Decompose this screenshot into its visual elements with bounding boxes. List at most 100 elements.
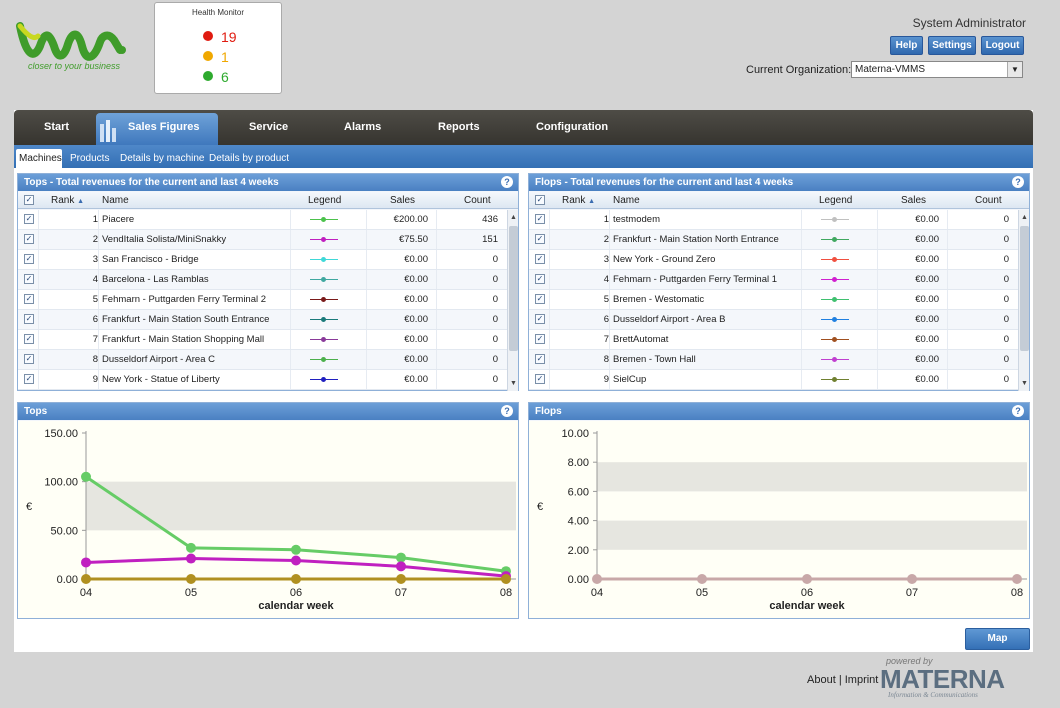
table-row[interactable]: ✓ 6 Dusseldorf Airport - Area B €0.00 0 [529,310,1018,330]
scroll-thumb[interactable] [509,226,518,351]
flops-scrollbar[interactable]: ▲ ▼ [1018,210,1029,391]
table-row[interactable]: ✓ 3 New York - Ground Zero €0.00 0 [529,250,1018,270]
select-all-checkbox[interactable]: ✓ [535,195,545,205]
about-link[interactable]: About [807,674,836,686]
col-sales[interactable]: Sales [901,195,926,206]
table-row[interactable]: ✓ 7 Frankfurt - Main Station Shopping Mall… [18,330,507,350]
scroll-down-icon[interactable]: ▼ [508,378,519,389]
legend-dot-icon [321,217,326,222]
row-checkbox[interactable]: ✓ [24,374,34,384]
col-name[interactable]: Name [102,195,129,206]
row-checkbox[interactable]: ✓ [535,314,545,324]
row-checkbox[interactable]: ✓ [535,274,545,284]
col-count[interactable]: Count [975,195,1002,206]
row-count: 0 [492,294,498,305]
column-divider [290,290,291,309]
table-row[interactable]: ✓ 8 Bremen - Town Hall €0.00 0 [529,350,1018,370]
imprint-link[interactable]: Imprint [845,674,879,686]
help-icon[interactable]: ? [501,405,513,417]
column-divider [549,230,550,249]
help-icon[interactable]: ? [1012,176,1024,188]
table-row[interactable]: ✓ 8 Dusseldorf Airport - Area C €0.00 0 [18,350,507,370]
row-checkbox[interactable]: ✓ [24,314,34,324]
subtab-details-by-machine[interactable]: Details by machine [120,153,204,164]
col-name[interactable]: Name [613,195,640,206]
scroll-thumb[interactable] [1020,226,1029,351]
chevron-down-icon[interactable]: ▼ [1007,62,1022,77]
table-row[interactable]: ✓ 2 Frankfurt - Main Station North Entranc… [529,230,1018,250]
logout-button[interactable]: Logout [981,36,1024,55]
row-sales: €0.00 [915,254,939,265]
table-row[interactable]: ✓ 4 Fehmarn - Puttgarden Ferry Terminal 1 €… [529,270,1018,290]
table-row[interactable]: ✓ 5 Bremen - Westomatic €0.00 0 [529,290,1018,310]
data-point [186,574,196,584]
table-row[interactable]: ✓ 7 BrettAutomat €0.00 0 [529,330,1018,350]
col-sales[interactable]: Sales [390,195,415,206]
subtab-products[interactable]: Products [70,153,109,164]
tab-alarms[interactable]: Alarms [344,121,381,133]
row-name: San Francisco - Bridge [102,254,199,265]
row-checkbox[interactable]: ✓ [535,374,545,384]
legend-dot-icon [832,337,837,342]
row-checkbox[interactable]: ✓ [24,234,34,244]
table-row[interactable]: ✓ 6 Frankfurt - Main Station South Entranc… [18,310,507,330]
health-monitor[interactable]: Health Monitor 19 1 6 [154,2,282,94]
table-row[interactable]: ✓ 3 San Francisco - Bridge €0.00 0 [18,250,507,270]
col-count[interactable]: Count [464,195,491,206]
select-all-checkbox[interactable]: ✓ [24,195,34,205]
row-checkbox[interactable]: ✓ [24,294,34,304]
row-checkbox[interactable]: ✓ [24,274,34,284]
tab-reports[interactable]: Reports [438,121,480,133]
col-legend[interactable]: Legend [819,195,852,206]
row-checkbox[interactable]: ✓ [24,214,34,224]
scroll-up-icon[interactable]: ▲ [508,212,519,223]
row-checkbox[interactable]: ✓ [535,214,545,224]
table-row[interactable]: ✓ 1 testmodem €0.00 0 [529,210,1018,230]
tops-scrollbar[interactable]: ▲ ▼ [507,210,518,391]
row-checkbox[interactable]: ✓ [535,254,545,264]
table-row[interactable]: ✓ 5 Fehmarn - Puttgarden Ferry Terminal 2 €… [18,290,507,310]
row-checkbox[interactable]: ✓ [535,334,545,344]
help-icon[interactable]: ? [1012,405,1024,417]
settings-button[interactable]: Settings [928,36,976,55]
table-row[interactable]: ✓ 9 SielCup €0.00 0 [529,370,1018,390]
legend-swatch [310,337,338,342]
table-row[interactable]: ✓ 9 New York - Statue of Liberty €0.00 0 [18,370,507,390]
col-legend[interactable]: Legend [308,195,341,206]
tab-configuration[interactable]: Configuration [536,121,608,133]
org-select[interactable]: Materna-VMMS ▼ [851,61,1023,78]
row-checkbox[interactable]: ✓ [24,354,34,364]
help-icon[interactable]: ? [501,176,513,188]
row-count: 0 [492,254,498,265]
row-checkbox[interactable]: ✓ [535,294,545,304]
column-divider [801,330,802,349]
scroll-up-icon[interactable]: ▲ [1019,212,1030,223]
column-divider [549,350,550,369]
col-rank[interactable]: Rank ▲ [562,195,595,206]
table-row[interactable]: ✓ 1 Piacere €200.00 436 [18,210,507,230]
tab-service[interactable]: Service [249,121,288,133]
col-rank[interactable]: Rank ▲ [51,195,84,206]
subtab-machines[interactable]: Machines [19,153,62,164]
table-row[interactable]: ✓ 2 VendItalia Solista/MiniSnakky €75.50 151 [18,230,507,250]
help-button[interactable]: Help [890,36,923,55]
row-checkbox[interactable]: ✓ [24,334,34,344]
tab-start[interactable]: Start [44,121,69,133]
row-checkbox[interactable]: ✓ [535,354,545,364]
scroll-down-icon[interactable]: ▼ [1019,378,1030,389]
row-count: 0 [1003,314,1009,325]
subtab-details-by-product[interactable]: Details by product [209,153,289,164]
tab-sales-figures[interactable]: Sales Figures [128,121,200,133]
column-divider [366,250,367,269]
row-count: 0 [492,314,498,325]
row-checkbox[interactable]: ✓ [24,254,34,264]
y-tick-label: 50.00 [50,525,78,537]
map-button[interactable]: Map [965,628,1030,650]
table-row[interactable]: ✓ 4 Barcelona - Las Ramblas €0.00 0 [18,270,507,290]
y-tick-label: 100.00 [44,477,78,489]
column-divider [801,350,802,369]
data-point [81,574,91,584]
data-point [81,557,91,568]
row-checkbox[interactable]: ✓ [535,234,545,244]
x-axis-label: calendar week [769,600,845,612]
